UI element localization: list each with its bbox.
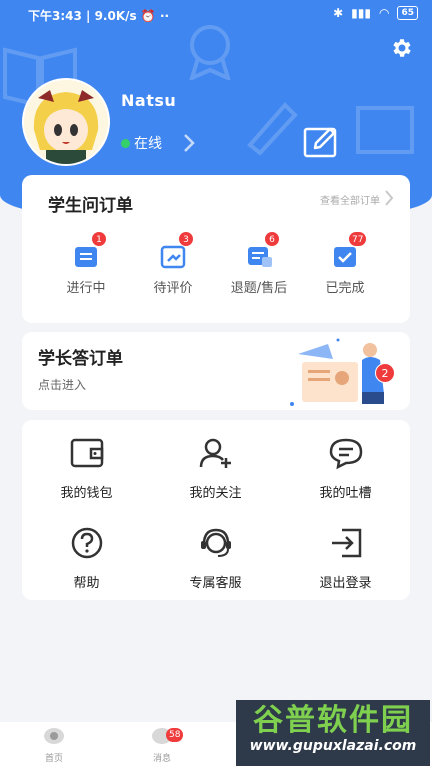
menu-wallet[interactable]: 我的钱包 bbox=[22, 436, 151, 501]
order-status-pending-review[interactable]: 3 待评价 bbox=[133, 231, 213, 296]
menu-label: 我的吐槽 bbox=[319, 486, 372, 501]
menu-label: 专属客服 bbox=[189, 576, 242, 591]
pencil-decoration-icon bbox=[247, 102, 298, 155]
answer-orders-subtitle: 点击进入 bbox=[38, 378, 87, 392]
messages-badge: 58 bbox=[166, 728, 184, 742]
add-user-icon bbox=[199, 438, 231, 468]
online-status-label: 在线 bbox=[134, 136, 162, 152]
menu-label: 我的关注 bbox=[189, 486, 242, 501]
order-status-label: 进行中 bbox=[66, 281, 106, 296]
refund-icon bbox=[248, 247, 272, 267]
bluetooth-icon: ✱ bbox=[333, 6, 344, 20]
chat-bubble-icon bbox=[329, 438, 362, 470]
watermark-title: 谷普软件园 bbox=[253, 703, 413, 738]
order-badge: 6 bbox=[264, 231, 280, 247]
menu-customer-service[interactable]: 专属客服 bbox=[151, 526, 280, 591]
menu-complaints[interactable]: 我的吐槽 bbox=[281, 436, 410, 501]
badge-decoration-icon bbox=[189, 25, 231, 80]
menu-label: 退出登录 bbox=[319, 576, 372, 591]
menu-label: 我的钱包 bbox=[60, 486, 113, 501]
tab-label: 消息 bbox=[152, 754, 171, 764]
battery-icon: 65 bbox=[397, 6, 418, 20]
status-bar: 下午3:43 | 9.0K/s ⏰ ·· ✱ ▮▮▮ ◠ 65 bbox=[0, 0, 432, 28]
edit-profile-icon[interactable] bbox=[303, 126, 339, 158]
chevron-right-icon[interactable] bbox=[384, 189, 394, 207]
help-question-icon bbox=[71, 527, 102, 559]
tab-home[interactable]: 首页 bbox=[24, 726, 84, 764]
order-badge: 1 bbox=[91, 231, 107, 247]
order-status-in-progress[interactable]: 1 进行中 bbox=[46, 231, 126, 296]
order-status-completed[interactable]: 77 已完成 bbox=[305, 231, 385, 296]
review-icon bbox=[160, 245, 186, 269]
headset-agent-icon bbox=[200, 528, 231, 557]
question-orders-title: 学生问订单 bbox=[48, 196, 133, 216]
online-status[interactable]: 在线 bbox=[121, 133, 162, 153]
tab-label: 首页 bbox=[44, 754, 63, 764]
online-dot-icon bbox=[121, 138, 130, 148]
signal-icon: ▮▮▮ bbox=[351, 6, 371, 20]
username: Natsu bbox=[121, 91, 177, 110]
menu-following[interactable]: 我的关注 bbox=[151, 436, 280, 501]
order-status-refund[interactable]: 6 退题/售后 bbox=[219, 231, 299, 296]
answer-orders-title: 学长答订单 bbox=[38, 349, 123, 369]
avatar-anime-girl-icon bbox=[24, 80, 108, 164]
answer-orders-badge: 2 bbox=[375, 363, 395, 383]
avatar[interactable] bbox=[22, 78, 110, 166]
order-badge: 77 bbox=[348, 231, 368, 247]
order-status-label: 退题/售后 bbox=[230, 281, 288, 296]
watermark-url: www.gupuxlazai.com bbox=[249, 738, 417, 754]
menu-label: 帮助 bbox=[73, 576, 100, 591]
home-eye-icon bbox=[44, 728, 64, 744]
menu-logout[interactable]: 退出登录 bbox=[281, 526, 410, 591]
settings-gear-icon[interactable] bbox=[390, 36, 414, 60]
answer-orders-card[interactable]: 学长答订单 点击进入 2 bbox=[22, 332, 410, 410]
menu-help[interactable]: 帮助 bbox=[22, 526, 151, 591]
tab-messages[interactable]: 58 消息 bbox=[132, 726, 192, 764]
view-all-orders-link[interactable]: 查看全部订单 bbox=[320, 192, 380, 207]
menu-card: 我的钱包 我的关注 我的吐槽 帮助 专属客服 退出登录 bbox=[22, 420, 410, 600]
order-badge: 3 bbox=[178, 231, 194, 247]
clipboard-list-icon bbox=[75, 247, 97, 267]
book-decoration-icon bbox=[356, 106, 414, 154]
chevron-right-icon[interactable] bbox=[183, 133, 195, 153]
order-status-label: 待评价 bbox=[153, 281, 193, 296]
wifi-icon: ◠ bbox=[378, 6, 390, 20]
watermark-logo: 谷普软件园 www.gupuxlazai.com bbox=[236, 700, 430, 766]
logout-icon bbox=[331, 528, 361, 558]
question-orders-card: 学生问订单 查看全部订单 1 进行中 3 待评价 6 退题/售后 77 已完成 bbox=[22, 175, 410, 323]
order-status-label: 已完成 bbox=[325, 281, 365, 296]
wallet-icon bbox=[70, 438, 103, 468]
status-time: 下午3:43 | 9.0K/s ⏰ ·· bbox=[28, 9, 170, 23]
